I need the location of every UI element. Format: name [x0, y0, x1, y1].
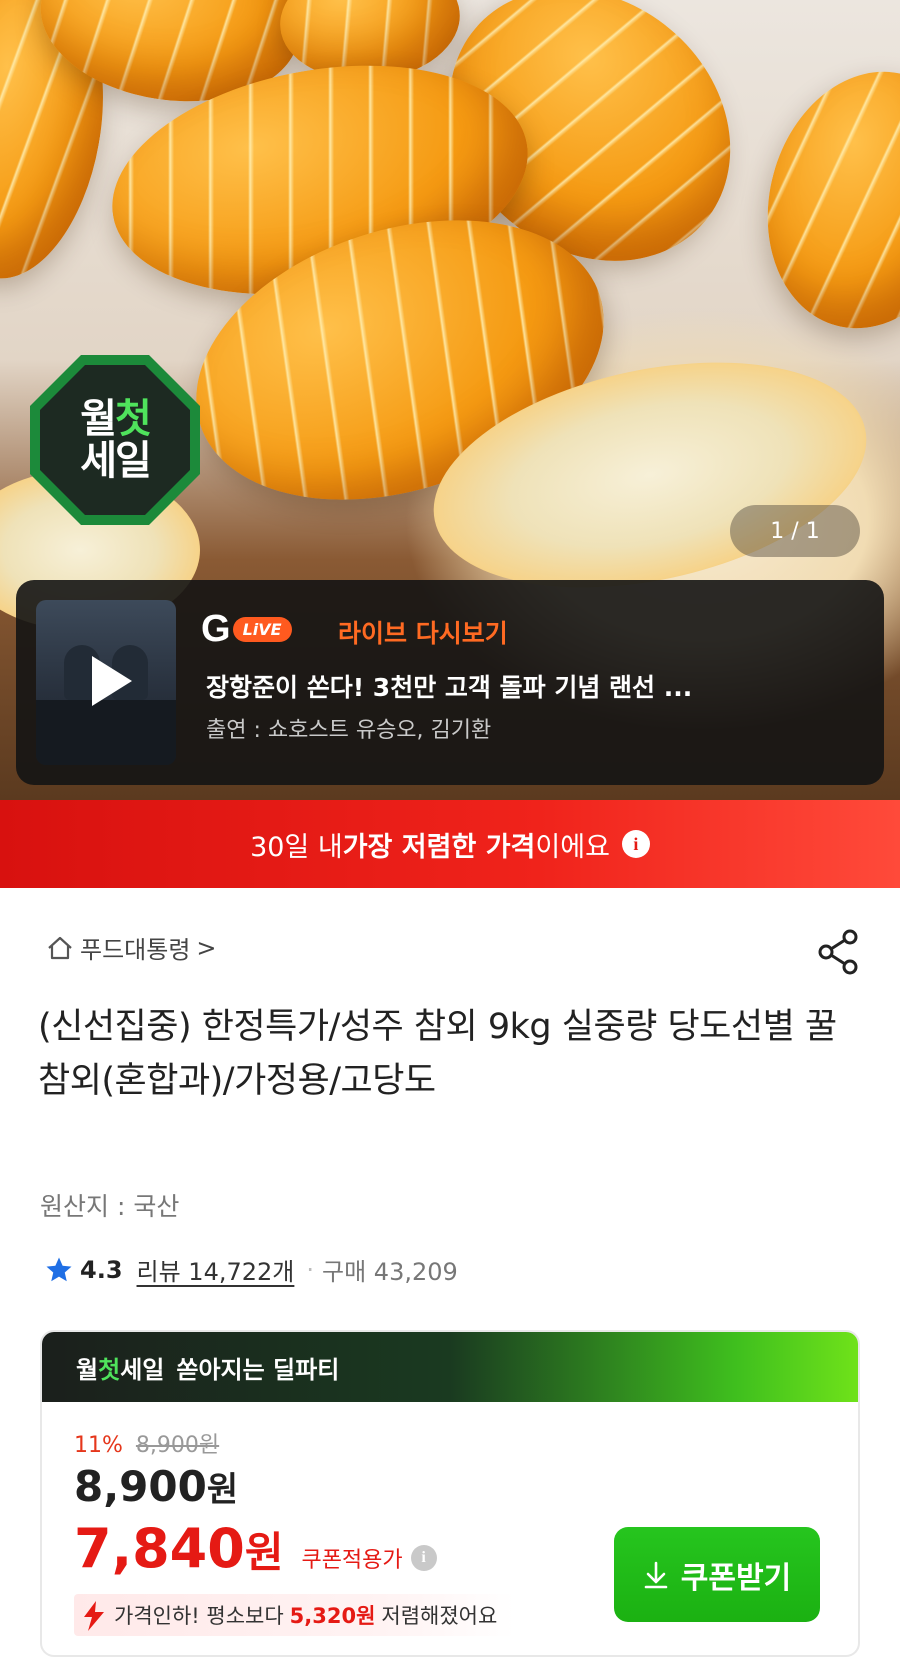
deal-header-text: 세일: [120, 1355, 165, 1384]
share-icon[interactable]: [816, 928, 860, 976]
sale-price-unit: 원: [206, 1470, 239, 1510]
price-drop-suffix: 저렴해졌어요: [381, 1604, 498, 1628]
deal-price-card: 월 첫 세일 쏟아지는 딜파티 11% 8,900원 8,900원 7,840 원 쿠…: [40, 1330, 860, 1657]
chevron-right-icon: >: [196, 933, 217, 962]
coupon-price-value: 7,840: [74, 1517, 245, 1580]
rating-value: 4.3: [80, 1255, 123, 1284]
info-icon[interactable]: i: [621, 830, 650, 858]
sale-price-value: 8,900: [74, 1462, 207, 1511]
live-thumbnail[interactable]: [36, 600, 176, 765]
lowest-price-suffix: 이에요: [535, 831, 610, 863]
coupon-price: 7,840 원 쿠폰적용가 i: [74, 1517, 437, 1580]
deal-header-subtitle: 쏟아지는 딜파티: [176, 1355, 340, 1384]
monthly-first-sale-badge: 월첫 세일: [30, 355, 200, 525]
price-drop-amount: 5,320원: [289, 1604, 376, 1628]
get-coupon-label: 쿠폰받기: [680, 1560, 792, 1596]
lowest-price-highlight: 가장 저렴한 가격: [342, 831, 536, 863]
live-replay-label: 라이브 다시보기: [338, 619, 508, 648]
coupon-applied-label: 쿠폰적용가 i: [301, 1542, 437, 1574]
play-icon[interactable]: [84, 656, 132, 706]
product-origin: 원산지 : 국산: [40, 1192, 180, 1221]
separator-dot: ·: [306, 1255, 315, 1284]
download-icon: [644, 1561, 668, 1588]
breadcrumb-store[interactable]: 푸드대통령: [80, 930, 190, 965]
get-coupon-button[interactable]: 쿠폰받기: [614, 1527, 820, 1622]
home-icon: [48, 936, 72, 959]
badge-text-accent: 첫: [115, 396, 152, 442]
rating-row: 4.3 리뷰 14,722개 · 구매 43,209: [44, 1252, 458, 1287]
coupon-price-unit: 원: [244, 1528, 284, 1577]
glive-logo-live: LiVE: [232, 617, 292, 642]
discount-percent: 11%: [74, 1433, 123, 1458]
coupon-applied-text: 쿠폰적용가: [301, 1548, 403, 1573]
live-title: 장항준이 쏜다! 3천만 고객 돌파 기념 랜선 ...: [206, 673, 693, 702]
badge-text: 세일: [80, 438, 152, 484]
info-icon[interactable]: i: [410, 1545, 437, 1571]
reviews-link[interactable]: 리뷰 14,722개: [137, 1252, 295, 1287]
live-replay-banner[interactable]: G LiVE 라이브 다시보기 장항준이 쏜다! 3천만 고객 돌파 기념 랜선…: [16, 580, 884, 785]
lowest-price-banner[interactable]: 30일 내 가장 저렴한 가격 이에요 i: [0, 800, 900, 888]
glive-logo: G LiVE: [201, 608, 292, 651]
price-drop-notice: 가격인하! 평소보다 5,320원 저렴해졌어요: [74, 1594, 516, 1636]
breadcrumb[interactable]: 푸드대통령 >: [46, 930, 217, 965]
glive-logo-g: G: [201, 608, 231, 650]
studio-desk: [36, 700, 176, 765]
original-price: 8,900원: [135, 1433, 220, 1458]
bolt-down-icon: [84, 1601, 104, 1631]
badge-text: 월: [80, 396, 117, 442]
price-drop-prefix: 가격인하! 평소보다: [114, 1604, 284, 1628]
product-image-carousel[interactable]: 월첫 세일 1 / 1 G LiVE 라이브 다시보기 장항준이 쏜다! 3천만…: [0, 0, 900, 800]
melon-image: [739, 48, 900, 352]
star-icon: [46, 1257, 72, 1281]
sale-price: 8,900원: [74, 1462, 238, 1511]
deal-header-accent: 첫: [98, 1355, 121, 1384]
live-cast: 출연 : 쇼호스트 유승오, 김기환: [206, 718, 492, 743]
purchase-count: 구매 43,209: [322, 1258, 458, 1286]
lowest-price-prefix: 30일 내: [250, 831, 343, 863]
product-title: (신선집중) 한정특가/성주 참외 9kg 실중량 당도선별 꿀참외(혼합과)/…: [38, 1007, 837, 1101]
deal-header-text: 월: [76, 1355, 99, 1384]
discount-row: 11% 8,900원: [74, 1427, 219, 1459]
deal-header: 월 첫 세일 쏟아지는 딜파티: [42, 1332, 858, 1402]
image-counter: 1 / 1: [730, 505, 860, 557]
